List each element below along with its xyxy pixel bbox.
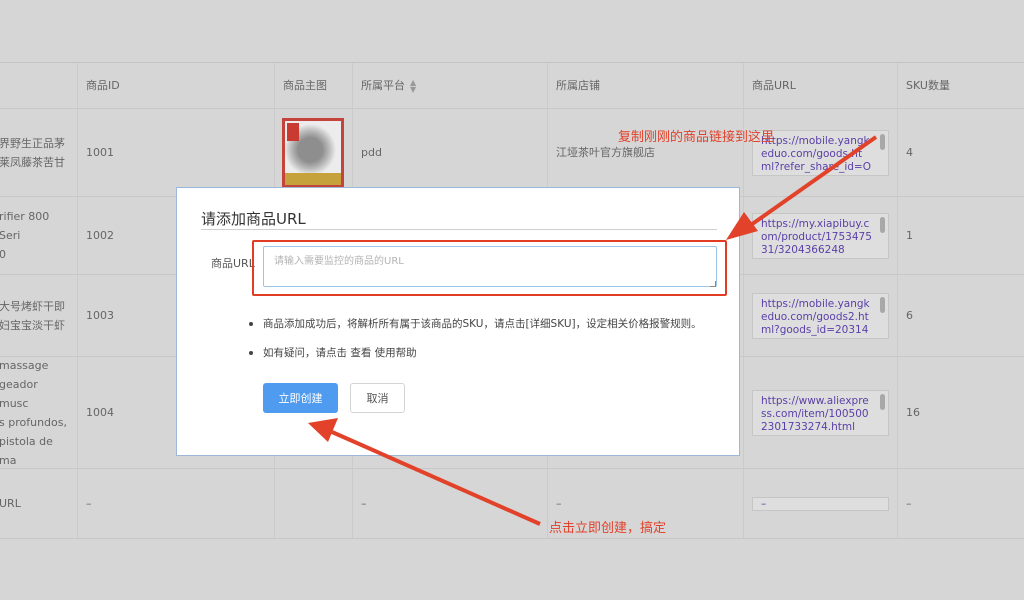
table-row: URL – – – – – [0, 469, 1024, 539]
header-platform-label: 所属平台 [361, 79, 405, 92]
product-name: rifier 800 Seri 0 [0, 210, 50, 261]
product-url: https://www.aliexpress.com/item/10050023… [761, 394, 869, 433]
cancel-button[interactable]: 取消 [350, 383, 405, 413]
sku-count: 1 [906, 229, 913, 242]
product-id: 1001 [78, 109, 275, 196]
product-url: https://my.xiapibuy.com/product/17534753… [761, 217, 872, 256]
table-row: 界野生正品茅 莱凤藤茶苦甘 1001 pdd 江垭茶叶官方旗舰店 https:/… [0, 109, 1024, 197]
product-platform: pdd [353, 109, 548, 196]
sort-icon[interactable]: ▲ ▼ [410, 78, 416, 93]
product-id: – [78, 469, 275, 538]
product-url: https://mobile.yangkeduo.com/goods.html?… [761, 134, 871, 175]
annotation-paste-hint: 复制刚刚的商品链接到这里 [618, 130, 775, 145]
product-url: – [761, 497, 767, 510]
sku-count: 16 [906, 406, 920, 419]
add-url-dialog: 请添加商品URL 商品URL 商品添加成功后，将解析所有属于该商品的SKU，请点… [176, 187, 740, 456]
bullet-icon [249, 321, 253, 326]
scrollbar[interactable] [880, 133, 885, 150]
sku-count: – [906, 497, 912, 510]
header-product-id: 商品ID [78, 63, 275, 108]
sku-count: 6 [906, 309, 913, 322]
create-button[interactable]: 立即创建 [263, 383, 338, 413]
header-product-url: 商品URL [744, 63, 898, 108]
annotation-highlight-box [252, 240, 727, 296]
tip-item: 商品添加成功后，将解析所有属于该商品的SKU，请点击[详细SKU]，设定相关价格… [249, 316, 702, 331]
product-url: https://mobile.yangkeduo.com/goods2.html… [761, 297, 870, 338]
product-name: URL [0, 497, 21, 510]
scrollbar[interactable] [880, 296, 885, 313]
header-sku-count: SKU数量 [906, 79, 950, 92]
header-main-image: 商品主图 [275, 63, 353, 108]
url-field-label: 商品URL [211, 257, 255, 270]
product-url-box[interactable]: https://my.xiapibuy.com/product/17534753… [752, 212, 889, 259]
header-shop: 所属店铺 [548, 63, 744, 108]
tip-text: 商品添加成功后，将解析所有属于该商品的SKU，请点击[详细SKU]，设定相关价格… [263, 318, 702, 330]
dialog-title: 请添加商品URL [201, 210, 306, 228]
tip-item: 如有疑问，请点击 查看 使用帮助 [249, 345, 417, 360]
product-name: 界野生正品茅 莱凤藤茶苦甘 [0, 136, 65, 169]
product-url-box[interactable]: https://www.aliexpress.com/item/10050023… [752, 389, 889, 436]
scrollbar[interactable] [880, 216, 885, 233]
header-name [0, 63, 78, 108]
product-shop: 江垭茶叶官方旗舰店 [548, 109, 744, 196]
product-url-box[interactable]: https://mobile.yangkeduo.com/goods2.html… [752, 292, 889, 339]
scrollbar[interactable] [880, 393, 885, 410]
product-platform: – [353, 469, 548, 538]
sku-count: 4 [906, 146, 913, 159]
product-name: 大号烤虾干即 妇宝宝淡干虾 [0, 299, 65, 332]
table-header-row: 商品ID 商品主图 所属平台 ▲ ▼ 所属店铺 商品URL SKU数量 [0, 63, 1024, 109]
bullet-icon [249, 350, 253, 355]
product-name: tola massage geador musc s profundos, pi… [0, 358, 67, 467]
divider [201, 229, 717, 230]
product-url-box[interactable]: – [752, 496, 889, 511]
product-thumbnail[interactable] [282, 117, 344, 188]
tip-text: 如有疑问，请点击 查看 使用帮助 [263, 347, 417, 359]
header-platform[interactable]: 所属平台 ▲ ▼ [353, 63, 548, 108]
annotation-click-hint: 点击立即创建，搞定 [549, 521, 667, 536]
